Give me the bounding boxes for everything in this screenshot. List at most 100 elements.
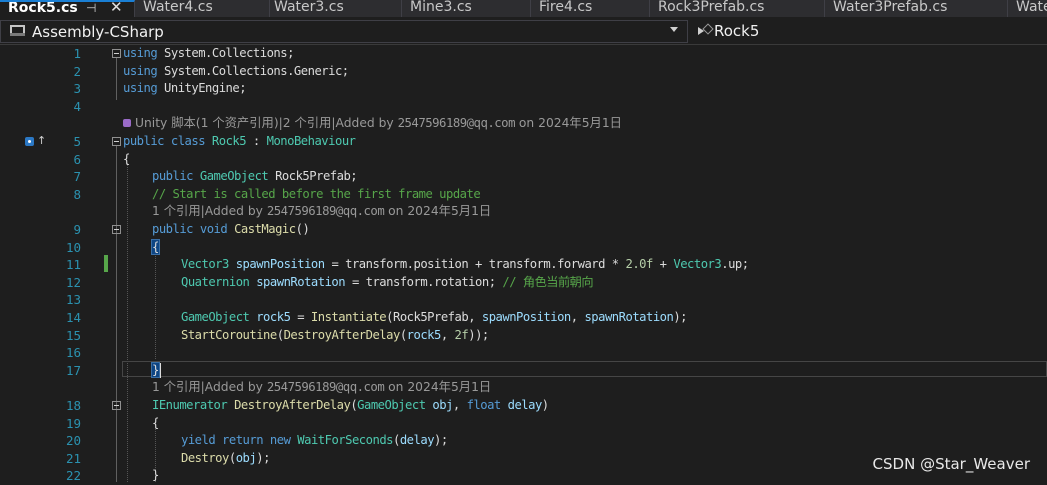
codelens-date: on 2024年5月1日 — [384, 380, 492, 395]
code-text: ( — [276, 327, 284, 342]
class-icon — [702, 23, 714, 35]
pin-icon[interactable]: ⊣ — [86, 2, 96, 15]
collapse-icon[interactable] — [112, 401, 121, 410]
code-text: ( — [393, 433, 400, 448]
matching-brace: { — [151, 238, 160, 255]
code-line: 11 Vector3 spawnPosition = transform.pos… — [0, 256, 1047, 274]
code-text: { — [152, 415, 159, 430]
code-text: , — [440, 327, 455, 342]
tab-water4-cs[interactable]: Water4.cs — [135, 0, 270, 17]
code-line: 10 { — [0, 238, 1047, 257]
codelens-text[interactable]: 1 个引用|Added by — [152, 380, 267, 394]
code-line: 16 — [0, 344, 1047, 362]
tab-water3-cs[interactable]: Water3.cs — [266, 0, 402, 17]
line-number: 11 — [65, 257, 81, 273]
code-text: } — [152, 468, 159, 483]
code-text: + — [652, 257, 674, 272]
project-dropdown[interactable]: Assembly-CSharp — [0, 20, 688, 43]
parameter: delay — [507, 398, 543, 412]
parameter: delay — [399, 433, 435, 448]
variable: spawnRotation — [584, 310, 674, 324]
matching-brace: } — [151, 361, 160, 378]
keyword: using — [123, 46, 158, 60]
code-text: (Rock5Prefab, — [386, 310, 482, 324]
type-name: IEnumerator — [152, 398, 228, 412]
line-number: 16 — [65, 345, 81, 361]
code-text: UnityEngine; — [157, 81, 247, 96]
parameter: obj — [235, 450, 257, 465]
codelens-email: 2547596189@qq.com — [266, 380, 385, 395]
member-name: Rock5 — [714, 22, 760, 40]
code-text: + transform. — [468, 257, 558, 272]
code-text: = — [290, 310, 311, 324]
class-name: Rock5 — [211, 134, 247, 148]
code-text: Rock5Prefab; — [268, 169, 358, 184]
code-line: 20 yield return new WaitForSeconds(delay… — [0, 432, 1047, 450]
code-text: ) — [541, 398, 549, 412]
code-line: 8 // Start is called before the first fr… — [0, 186, 1047, 204]
property: position — [413, 257, 469, 272]
collapse-icon[interactable] — [112, 49, 121, 58]
code-line: 9 public void CastMagic() — [0, 221, 1047, 239]
code-text: , — [570, 310, 585, 324]
codelens: 1 个引用|Added by 2547596189@qq.com on 2024… — [0, 203, 1047, 221]
tab-water-overflow[interactable]: Water — [1008, 0, 1047, 17]
codelens-text[interactable]: 1 个引用|Added by — [152, 204, 267, 218]
code-editor[interactable]: 1 using System.Collections; 2 using Syst… — [0, 45, 1047, 484]
tab-mine3-cs[interactable]: Mine3.cs — [402, 0, 531, 17]
number: 2.0f — [625, 257, 653, 272]
tab-fire4-cs[interactable]: Fire4.cs — [531, 0, 650, 17]
tab-rock5-cs[interactable]: Rock5.cs ⊣ ✕ — [0, 0, 135, 17]
keyword: public class — [123, 134, 206, 148]
variable: spawnPosition — [235, 257, 325, 272]
collapse-icon[interactable] — [112, 137, 121, 146]
code-line: 18 IEnumerator DestroyAfterDelay(GameObj… — [0, 397, 1047, 415]
method-name: CastMagic — [234, 222, 296, 236]
tab-label: Water4.cs — [143, 0, 213, 15]
line-number: 15 — [65, 327, 81, 343]
collapse-icon[interactable] — [112, 225, 121, 234]
code-text: = transform. — [345, 274, 435, 289]
codelens: 1 个引用|Added by 2547596189@qq.com on 2024… — [0, 379, 1047, 397]
variable: rock5 — [256, 310, 291, 324]
member-dropdown[interactable]: Rock5 — [694, 20, 1047, 43]
line-number: 17 — [65, 362, 81, 378]
tab-water3prefab-cs[interactable]: Water3Prefab.cs — [825, 0, 1008, 17]
codelens-text[interactable]: Unity 脚本(1 个资产引用)|2 个引用|Added by — [135, 116, 398, 130]
property: up — [728, 257, 742, 272]
close-icon[interactable]: ✕ — [110, 2, 123, 15]
line-number: 18 — [65, 398, 81, 413]
comment: // Start is called before the first fram… — [152, 186, 481, 201]
code-line: 4 — [0, 98, 1047, 116]
line-number: 2 — [73, 63, 81, 79]
codelens-email: 2547596189@qq.com — [266, 204, 385, 219]
keyword: new — [269, 433, 291, 448]
property: forward — [557, 257, 605, 272]
text-cursor — [160, 362, 161, 378]
tab-label: Water3.cs — [274, 0, 344, 15]
code-line: 1 using System.Collections; — [0, 45, 1047, 63]
code-text: = transform. — [324, 257, 414, 272]
tab-strip: Rock5.cs ⊣ ✕ Water4.cs Water3.cs Mine3.c… — [0, 0, 1047, 17]
line-number: 4 — [73, 98, 81, 114]
code-line: ↑ 5 public class Rock5 : MonoBehaviour — [0, 133, 1047, 151]
code-line: 2 using System.Collections.Generic; — [0, 63, 1047, 81]
variable: spawnPosition — [481, 310, 571, 324]
code-text: System.Collections; — [157, 46, 294, 60]
chevron-down-icon[interactable] — [670, 27, 678, 32]
parameter: obj — [432, 398, 453, 412]
method-name: DestroyAfterDelay — [234, 398, 351, 412]
line-number: 22 — [65, 468, 81, 484]
method-name: Destroy — [181, 450, 229, 465]
line-number: 12 — [65, 274, 81, 290]
property: rotation — [434, 274, 489, 289]
code-text: ; — [488, 274, 503, 289]
line-number: 13 — [65, 292, 81, 308]
tab-rock3prefab-cs[interactable]: Rock3Prefab.cs — [650, 0, 825, 17]
codelens-email: 2547596189@qq.com — [397, 116, 516, 131]
navigation-bar: Assembly-CSharp Rock5 — [0, 19, 1047, 45]
